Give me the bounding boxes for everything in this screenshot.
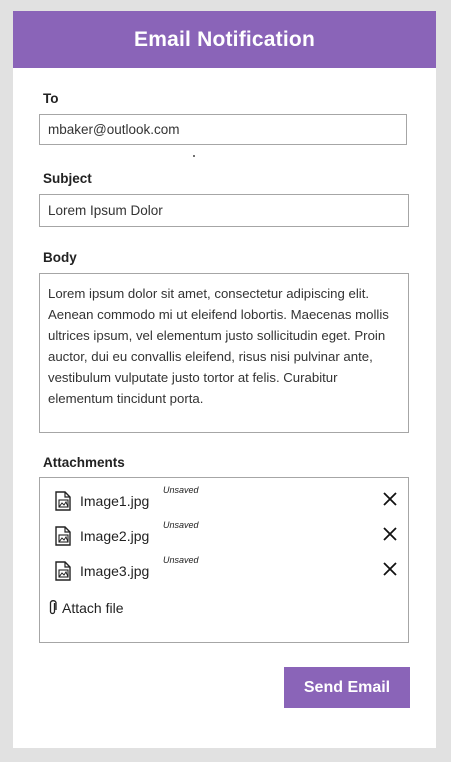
to-value: mbaker@outlook.com	[48, 122, 180, 137]
subject-field[interactable]: Lorem Ipsum Dolor	[39, 194, 409, 227]
body-value: Lorem ipsum dolor sit amet, consectetur …	[48, 286, 389, 406]
image-file-icon	[55, 491, 71, 511]
stray-dot	[193, 155, 195, 157]
body-field[interactable]: Lorem ipsum dolor sit amet, consectetur …	[39, 273, 409, 433]
subject-value: Lorem Ipsum Dolor	[48, 203, 163, 218]
attachments-box: Image1.jpg Unsaved Image2.jpg Unsaved Im…	[39, 477, 409, 643]
subject-label: Subject	[43, 171, 92, 186]
attachment-status: Unsaved	[163, 485, 199, 495]
attachment-item: Image1.jpg Unsaved	[52, 485, 398, 517]
header-bar: Email Notification	[13, 11, 436, 68]
attachment-item: Image2.jpg Unsaved	[52, 520, 398, 552]
send-email-button[interactable]: Send Email	[284, 667, 410, 708]
to-label: To	[43, 91, 59, 106]
body-label: Body	[43, 250, 77, 265]
remove-attachment-close-icon[interactable]	[382, 491, 398, 507]
email-notification-card: Email Notification To mbaker@outlook.com…	[13, 11, 436, 748]
attachment-name[interactable]: Image1.jpg	[80, 493, 149, 509]
attach-file-label: Attach file	[62, 599, 124, 616]
page-title: Email Notification	[134, 27, 315, 51]
attachment-name[interactable]: Image3.jpg	[80, 563, 149, 579]
attachment-item: Image3.jpg Unsaved	[52, 555, 398, 587]
attachment-name[interactable]: Image2.jpg	[80, 528, 149, 544]
image-file-icon	[55, 561, 71, 581]
attachment-status: Unsaved	[163, 520, 199, 530]
image-file-icon	[55, 526, 71, 546]
attachment-status: Unsaved	[163, 555, 199, 565]
to-field[interactable]: mbaker@outlook.com	[39, 114, 407, 145]
remove-attachment-close-icon[interactable]	[382, 561, 398, 577]
paperclip-icon	[49, 600, 57, 615]
attach-file-button[interactable]: Attach file	[48, 599, 123, 616]
attachments-label: Attachments	[43, 455, 125, 470]
remove-attachment-close-icon[interactable]	[382, 526, 398, 542]
